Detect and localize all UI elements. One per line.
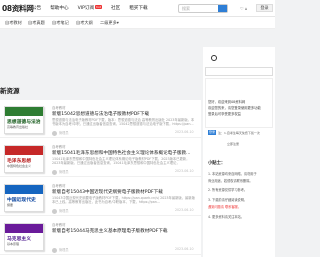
book-thumbnail[interactable]: 毛泽东思想 中国特色社会主义 xyxy=(4,145,44,173)
tip-line: 2. 所有资源仅供学习参考。 xyxy=(208,188,248,192)
sidebar-note: 注：1.自考生每天免费下载一次 xyxy=(218,131,260,135)
nav-rent-download[interactable]: 租买下载 xyxy=(129,5,147,11)
item-meta: 管理员 xyxy=(52,130,69,136)
thumb-subtitle: 高等教育出版社 xyxy=(7,125,29,129)
book-thumbnail[interactable]: 中国近现代史 纲要 xyxy=(4,184,44,212)
login-button[interactable]: 登录 xyxy=(256,4,273,12)
tip-line: 3. 下载前请仔细阅读说明， xyxy=(208,198,248,202)
item-category[interactable]: 自考教材 xyxy=(52,183,66,188)
avatar xyxy=(52,169,57,175)
subnav-syllabus[interactable]: 自考大纲 xyxy=(76,20,93,26)
top-navbar: 08资料网 公告 帮助中心 VIP订阅 hot 社区 租买下载 搜索 ♡ ⌂ 登录 xyxy=(0,0,275,17)
thumb-subtitle: 基本原理 xyxy=(7,242,20,246)
thumb-title: 中国近现代史 xyxy=(7,198,36,203)
thumb-subtitle: 纲要 xyxy=(7,203,14,207)
nav-vip[interactable]: VIP订阅 hot xyxy=(78,5,102,11)
subnav-textbooks[interactable]: 自考教材 xyxy=(5,20,22,26)
tip-line: 1. 本站资源均来自网络，请勿用于 xyxy=(208,172,257,176)
item-title[interactable]: 新版自考15043中国近现代史纲要电子版教材PDF下载 xyxy=(52,189,163,195)
list-item[interactable]: 毛泽东思想 中国特色社会主义 自考教材 新版15041毛泽东思想和中国特色社会主… xyxy=(0,139,201,177)
item-author: 管理员 xyxy=(59,131,69,135)
item-meta: 管理员 xyxy=(52,169,69,175)
item-author: 管理员 xyxy=(59,170,69,174)
sidebar: 您好，欢迎来到08资料网 欢迎您的来，请您登录使用更多功能 登录后可享受更多权益… xyxy=(203,47,275,257)
thumb-band xyxy=(5,224,43,233)
avatar xyxy=(52,130,57,136)
category-subnav: 自考教材 自考真题 自考笔记 自考大纲 二级更多▾ xyxy=(0,17,275,29)
thumb-title: 毛泽东思想 xyxy=(7,159,31,164)
item-category[interactable]: 自考教材 xyxy=(52,105,66,110)
welcome-line: 欢迎您的来，请您登录使用更多功能 xyxy=(208,106,261,110)
item-desc: 思想道德与法治电子版教材PDF下载，版本：思想道德与法治 高等教育出版社 202… xyxy=(52,118,195,127)
nav-community[interactable]: 社区 xyxy=(111,5,120,11)
list-item[interactable]: 思想道德与法治 高等教育出版社 自考教材 新版15042思想道德与法治电子版教材… xyxy=(0,100,201,138)
item-desc: 15041毛泽东思想和中国特色社会主义理论体系概论电子版教材PDF下载，2023… xyxy=(52,157,190,166)
item-date: 2023-06-10 xyxy=(175,130,194,134)
item-title[interactable]: 新版15042思想道德与法治电子版教材PDF下载 xyxy=(52,111,149,117)
item-category[interactable]: 自考教材 xyxy=(52,144,66,149)
welcome-line: 登录后可享受更多权益 xyxy=(208,112,241,116)
search-icon[interactable] xyxy=(211,55,217,61)
nav-vip-label: VIP订阅 xyxy=(77,6,95,11)
book-thumbnail[interactable]: 思想道德与法治 高等教育出版社 xyxy=(4,106,44,134)
subnav-more[interactable]: 二级更多▾ xyxy=(100,20,119,26)
list-item[interactable]: 中国近现代史 纲要 自考教材 新版自考15043中国近现代史纲要电子版教材PDF… xyxy=(0,178,201,216)
tip-line: 商业用途，若侵权请联系删除。 xyxy=(208,179,253,183)
resource-list: 思想道德与法治 高等教育出版社 自考教材 新版15042思想道德与法治电子版教材… xyxy=(0,100,201,257)
book-thumbnail[interactable]: 马克思主义 基本原理 xyxy=(4,223,44,251)
thumb-title: 马克思主义 xyxy=(7,237,31,242)
subnav-exams[interactable]: 自考真题 xyxy=(28,20,45,26)
site-logo[interactable]: 08资料网 xyxy=(2,3,34,14)
header-icons[interactable]: ♡ ⌂ xyxy=(240,6,247,11)
sidebar-login-button[interactable]: 登录 xyxy=(208,130,216,135)
tip-line: 4. 更多资料请关注本站。 xyxy=(208,215,244,219)
search-button[interactable] xyxy=(218,5,227,12)
item-desc: 15043中国近现代史纲要电子版教材PDF下载，https://pan.quar… xyxy=(52,196,195,205)
item-date: 2023-06-10 xyxy=(175,208,194,212)
welcome-line: 您好，欢迎来到08资料网 xyxy=(208,100,246,104)
nav-announcements[interactable]: 公告 xyxy=(32,5,41,11)
thumb-band xyxy=(5,146,43,155)
thumb-title: 思想道德与法治 xyxy=(7,120,41,125)
item-author: 管理员 xyxy=(59,248,69,252)
sidebar-divider xyxy=(205,67,273,76)
item-meta: 管理员 xyxy=(52,247,69,253)
item-meta: 管理员 xyxy=(52,208,69,214)
list-item[interactable]: 马克思主义 基本原理 自考教材 新版自考15044马克思主义基本原理电子版教材P… xyxy=(0,217,201,255)
hot-badge: hot xyxy=(95,5,102,9)
item-date: 2023-06-10 xyxy=(175,169,194,173)
subnav-notes[interactable]: 自考笔记 xyxy=(52,20,69,26)
section-title: 新资源 xyxy=(0,87,20,95)
thumb-subtitle: 中国特色社会主义 xyxy=(7,164,32,168)
item-author: 管理员 xyxy=(59,209,69,213)
avatar xyxy=(52,247,57,253)
item-date: 2023-06-10 xyxy=(175,247,194,251)
item-title[interactable]: 新版自考15044马克思主义基本原理电子版教材PDF下载 xyxy=(52,228,167,234)
tip-line: 遇到问题请 联系客服。 xyxy=(208,205,241,209)
item-title[interactable]: 新版15041毛泽东思想和中国特色社会主义理论体系概论电子版教... xyxy=(52,150,190,156)
thumb-band xyxy=(5,107,43,116)
nav-help[interactable]: 帮助中心 xyxy=(50,5,68,11)
main-nav: 公告 帮助中心 VIP订阅 hot 社区 租买下载 xyxy=(32,5,157,11)
avatar xyxy=(52,208,57,214)
tips-heading: 小贴士： xyxy=(208,161,226,166)
item-category[interactable]: 自考教材 xyxy=(52,222,66,227)
register-link[interactable]: 立即注册 xyxy=(227,142,239,146)
thumb-band xyxy=(5,185,43,194)
item-desc xyxy=(52,235,197,244)
